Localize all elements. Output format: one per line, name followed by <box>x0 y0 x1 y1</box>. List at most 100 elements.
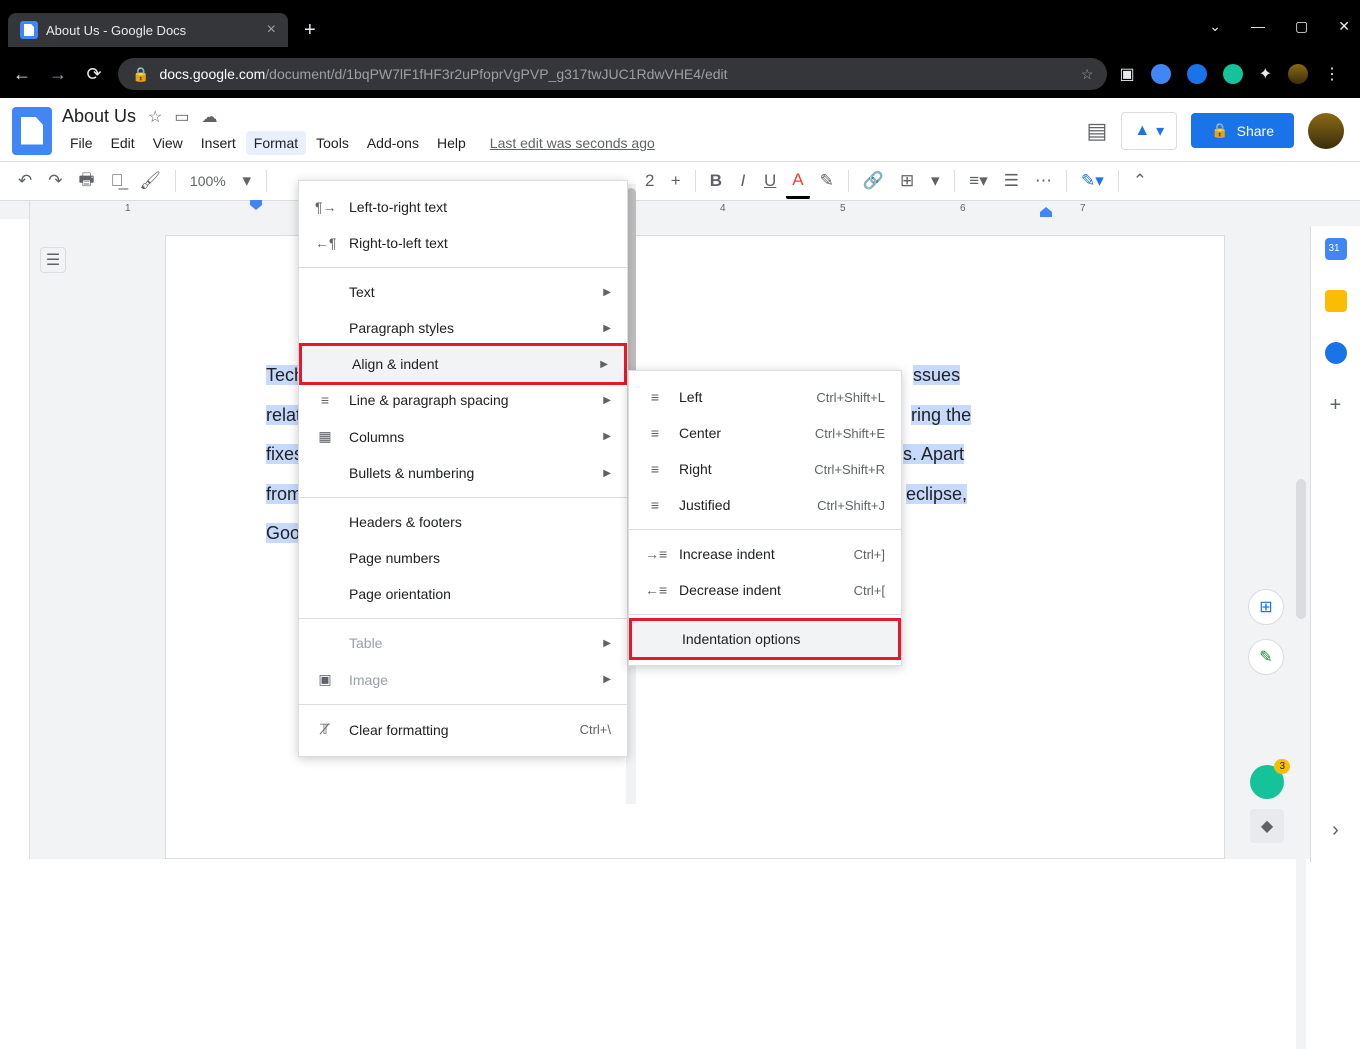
minimize-button[interactable]: — <box>1251 18 1265 35</box>
dropdown-chevron-icon[interactable]: ⌄ <box>1209 18 1221 35</box>
maximize-button[interactable]: ▢ <box>1295 18 1308 35</box>
menu-addons[interactable]: Add-ons <box>359 131 427 155</box>
editing-mode-button[interactable]: ✎▾ <box>1075 165 1110 197</box>
submenu-increase-indent[interactable]: →≡ Increase indent Ctrl+] <box>629 536 901 572</box>
right-indent-marker[interactable] <box>1040 207 1052 217</box>
menu-ltr-text[interactable]: ¶→ Left-to-right text <box>299 189 627 225</box>
menu-insert[interactable]: Insert <box>193 131 244 155</box>
calendar-icon[interactable] <box>1325 238 1347 260</box>
document-title[interactable]: About Us <box>62 106 136 127</box>
horizontal-ruler[interactable]: 1 4 5 6 7 <box>0 201 1360 219</box>
bookmark-star-icon[interactable]: ☆ <box>1081 66 1094 83</box>
submenu-align-justified[interactable]: ≡ Justified Ctrl+Shift+J <box>629 487 901 523</box>
extensions-puzzle-icon[interactable]: ✦ <box>1259 64 1272 84</box>
tab-bar: About Us - Google Docs × + <box>0 10 1360 50</box>
submenu-align-right[interactable]: ≡ Right Ctrl+Shift+R <box>629 451 901 487</box>
ltr-icon: ¶→ <box>315 199 335 215</box>
account-avatar[interactable] <box>1308 113 1344 149</box>
suggest-edit-bubble[interactable]: ✎ <box>1248 639 1284 675</box>
font-size-increase[interactable]: + <box>665 165 687 197</box>
present-button[interactable]: ▲ ▾ <box>1121 112 1177 150</box>
insert-image-button[interactable]: ▾ <box>924 165 946 197</box>
menu-clear-formatting[interactable]: 𝕋̸ Clear formatting Ctrl+\ <box>299 711 627 748</box>
docs-logo-icon[interactable] <box>12 107 52 155</box>
text-color-button[interactable]: A <box>786 164 809 199</box>
last-edit-link[interactable]: Last edit was seconds ago <box>490 135 655 151</box>
submenu-decrease-indent[interactable]: ←≡ Decrease indent Ctrl+[ <box>629 572 901 608</box>
italic-button[interactable]: I <box>732 165 754 197</box>
new-tab-button[interactable]: + <box>304 19 316 42</box>
insert-link-button[interactable]: 🔗 <box>857 165 890 197</box>
bold-button[interactable]: B <box>704 165 728 197</box>
menu-table: Table ▶ <box>299 625 627 661</box>
menu-view[interactable]: View <box>145 131 191 155</box>
forward-button[interactable]: → <box>46 64 70 85</box>
comments-icon[interactable]: ▤ <box>1087 118 1108 144</box>
menu-rtl-text[interactable]: ←¶ Right-to-left text <box>299 225 627 261</box>
add-comment-bubble[interactable]: ⊞ <box>1248 589 1284 625</box>
menu-headers-footers[interactable]: Headers & footers <box>299 504 627 540</box>
star-icon[interactable]: ☆ <box>148 107 162 127</box>
vertical-ruler[interactable] <box>0 219 30 859</box>
reload-button[interactable]: ⟳ <box>82 64 106 85</box>
extension-icons: ▣ ✦ ⋮ <box>1119 64 1350 84</box>
font-size-input[interactable]: 2 <box>639 165 661 197</box>
chevron-down-icon[interactable]: ▾ <box>236 165 258 197</box>
insert-comment-button[interactable]: ⊞ <box>894 165 920 197</box>
line-spacing-button[interactable]: ☰ <box>998 165 1025 197</box>
redo-button[interactable]: ↷ <box>42 165 68 197</box>
underline-button[interactable]: U <box>758 165 782 197</box>
highlight-button[interactable]: ✎ <box>814 165 840 197</box>
collapse-toolbar-button[interactable]: ⌃ <box>1127 165 1153 197</box>
menu-paragraph-styles[interactable]: Paragraph styles ▶ <box>299 310 627 346</box>
tab-close-button[interactable]: × <box>267 21 276 39</box>
reader-icon[interactable]: ▣ <box>1119 64 1134 84</box>
menu-columns[interactable]: ▦ Columns ▶ <box>299 418 627 455</box>
address-bar[interactable]: 🔒 docs.google.com /document/d/1bqPW7lF1f… <box>118 58 1107 90</box>
print-button[interactable]: 🖶 <box>73 161 101 202</box>
keep-icon[interactable] <box>1325 290 1347 312</box>
menu-text[interactable]: Text ▶ <box>299 274 627 310</box>
menu-line-spacing[interactable]: ≡ Line & paragraph spacing ▶ <box>299 382 627 418</box>
move-icon[interactable]: ▭ <box>174 107 189 127</box>
columns-icon: ▦ <box>315 428 335 445</box>
submenu-align-left[interactable]: ≡ Left Ctrl+Shift+L <box>629 379 901 415</box>
menu-bullets-numbering[interactable]: Bullets & numbering ▶ <box>299 455 627 491</box>
grammarly-icon[interactable] <box>1250 765 1284 799</box>
undo-button[interactable]: ↶ <box>12 165 38 197</box>
rtl-icon: ←¶ <box>315 235 335 251</box>
zoom-select[interactable]: 100% <box>184 169 232 193</box>
browser-tab[interactable]: About Us - Google Docs × <box>8 13 288 47</box>
more-button[interactable]: ⋯ <box>1029 165 1058 197</box>
extension-icon[interactable] <box>1223 64 1243 84</box>
menu-page-numbers[interactable]: Page numbers <box>299 540 627 576</box>
tab-title: About Us - Google Docs <box>46 23 186 38</box>
add-addon-button[interactable]: + <box>1325 394 1347 416</box>
menu-tools[interactable]: Tools <box>308 131 357 155</box>
spellcheck-button[interactable]: Ａ̲ <box>105 165 130 197</box>
tasks-icon[interactable] <box>1325 342 1347 364</box>
browser-menu-icon[interactable]: ⋮ <box>1324 64 1340 84</box>
extension-icon[interactable] <box>1151 64 1171 84</box>
align-button[interactable]: ≡▾ <box>963 165 993 197</box>
profile-avatar-icon[interactable] <box>1288 64 1308 84</box>
explore-button[interactable]: ◆ <box>1250 809 1284 843</box>
share-button[interactable]: 🔒 Share <box>1191 113 1294 148</box>
submenu-align-center[interactable]: ≡ Center Ctrl+Shift+E <box>629 415 901 451</box>
collapse-sidepanel-button[interactable]: › <box>1332 819 1339 842</box>
extension-icon[interactable] <box>1187 64 1207 84</box>
menu-file[interactable]: File <box>62 131 101 155</box>
cloud-saved-icon[interactable]: ☁ <box>202 107 218 127</box>
back-button[interactable]: ← <box>10 64 34 85</box>
paint-format-button[interactable]: 🖌 <box>133 165 167 197</box>
document-scrollbar[interactable] <box>1296 479 1306 1049</box>
menu-edit[interactable]: Edit <box>103 131 143 155</box>
submenu-indentation-options[interactable]: Indentation options <box>629 618 901 660</box>
menu-page-orientation[interactable]: Page orientation <box>299 576 627 612</box>
align-center-icon: ≡ <box>645 425 665 441</box>
close-window-button[interactable]: ✕ <box>1338 18 1350 35</box>
first-line-indent-marker[interactable] <box>250 200 262 210</box>
menu-help[interactable]: Help <box>429 131 474 155</box>
menu-align-indent[interactable]: Align & indent ▶ <box>299 343 627 385</box>
menu-format[interactable]: Format <box>246 131 306 155</box>
